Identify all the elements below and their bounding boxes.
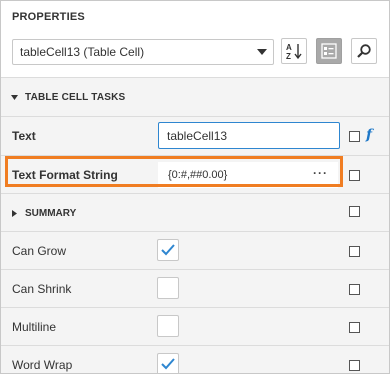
property-label: Can Shrink bbox=[12, 282, 72, 296]
properties-panel: PROPERTIES tableCell13 (Table Cell) A Z bbox=[0, 0, 390, 374]
checkmark-icon bbox=[161, 244, 175, 256]
component-selector-value: tableCell13 (Table Cell) bbox=[20, 45, 145, 59]
property-checkbox[interactable] bbox=[349, 360, 360, 371]
property-label: Word Wrap bbox=[12, 358, 73, 372]
property-checkbox[interactable] bbox=[349, 246, 360, 257]
property-row-multiline: Multiline bbox=[1, 308, 389, 346]
property-checkbox[interactable] bbox=[349, 131, 360, 142]
sort-alphabetical-button[interactable]: A Z bbox=[281, 38, 307, 64]
checkmark-icon bbox=[161, 358, 175, 370]
summary-header[interactable]: SUMMARY bbox=[1, 194, 389, 232]
text-input[interactable]: tableCell13 bbox=[158, 122, 340, 149]
property-row-word-wrap: Word Wrap bbox=[1, 346, 389, 373]
search-icon bbox=[357, 44, 371, 58]
property-label: Text bbox=[12, 129, 36, 143]
property-checkbox[interactable] bbox=[349, 284, 360, 295]
property-row-can-grow: Can Grow bbox=[1, 232, 389, 270]
property-label: Can Grow bbox=[12, 244, 67, 258]
can-shrink-checkbox[interactable] bbox=[157, 277, 179, 299]
table-cell-tasks-header[interactable]: TABLE CELL TASKS bbox=[1, 78, 389, 116]
chevron-down-icon bbox=[251, 49, 273, 55]
property-checkbox[interactable] bbox=[349, 170, 360, 181]
property-checkbox[interactable] bbox=[349, 322, 360, 333]
property-label: Text Format String bbox=[12, 168, 118, 182]
summary-label: SUMMARY bbox=[25, 207, 77, 219]
categories-icon bbox=[321, 43, 337, 59]
property-row-text: Text tableCell13 f bbox=[1, 117, 389, 155]
triangle-right-icon bbox=[12, 209, 17, 217]
component-selector[interactable]: tableCell13 (Table Cell) bbox=[12, 39, 274, 65]
format-string-value: {0:#,##0.00} bbox=[168, 169, 228, 181]
format-string-input[interactable]: {0:#,##0.00} ··· bbox=[158, 162, 338, 188]
ellipsis-button[interactable]: ··· bbox=[313, 166, 328, 180]
summary-label-wrap: SUMMARY bbox=[12, 194, 76, 232]
svg-text:Z: Z bbox=[286, 52, 291, 61]
word-wrap-checkbox[interactable] bbox=[157, 353, 179, 373]
can-grow-checkbox[interactable] bbox=[157, 239, 179, 261]
property-row-can-shrink: Can Shrink bbox=[1, 270, 389, 308]
section-label: TABLE CELL TASKS bbox=[25, 91, 126, 103]
property-row-text-format-string: Text Format String {0:#,##0.00} ··· bbox=[1, 156, 389, 194]
property-checkbox[interactable] bbox=[349, 206, 360, 217]
multiline-checkbox[interactable] bbox=[157, 315, 179, 337]
svg-text:A: A bbox=[286, 43, 292, 52]
search-button[interactable] bbox=[351, 38, 377, 64]
sort-alphabetical-icon: A Z bbox=[286, 43, 302, 61]
triangle-down-icon bbox=[11, 94, 19, 100]
property-label: Multiline bbox=[12, 320, 57, 334]
expression-icon[interactable]: f bbox=[366, 127, 372, 143]
panel-title: PROPERTIES bbox=[12, 11, 85, 23]
categorized-view-button[interactable] bbox=[316, 38, 342, 64]
